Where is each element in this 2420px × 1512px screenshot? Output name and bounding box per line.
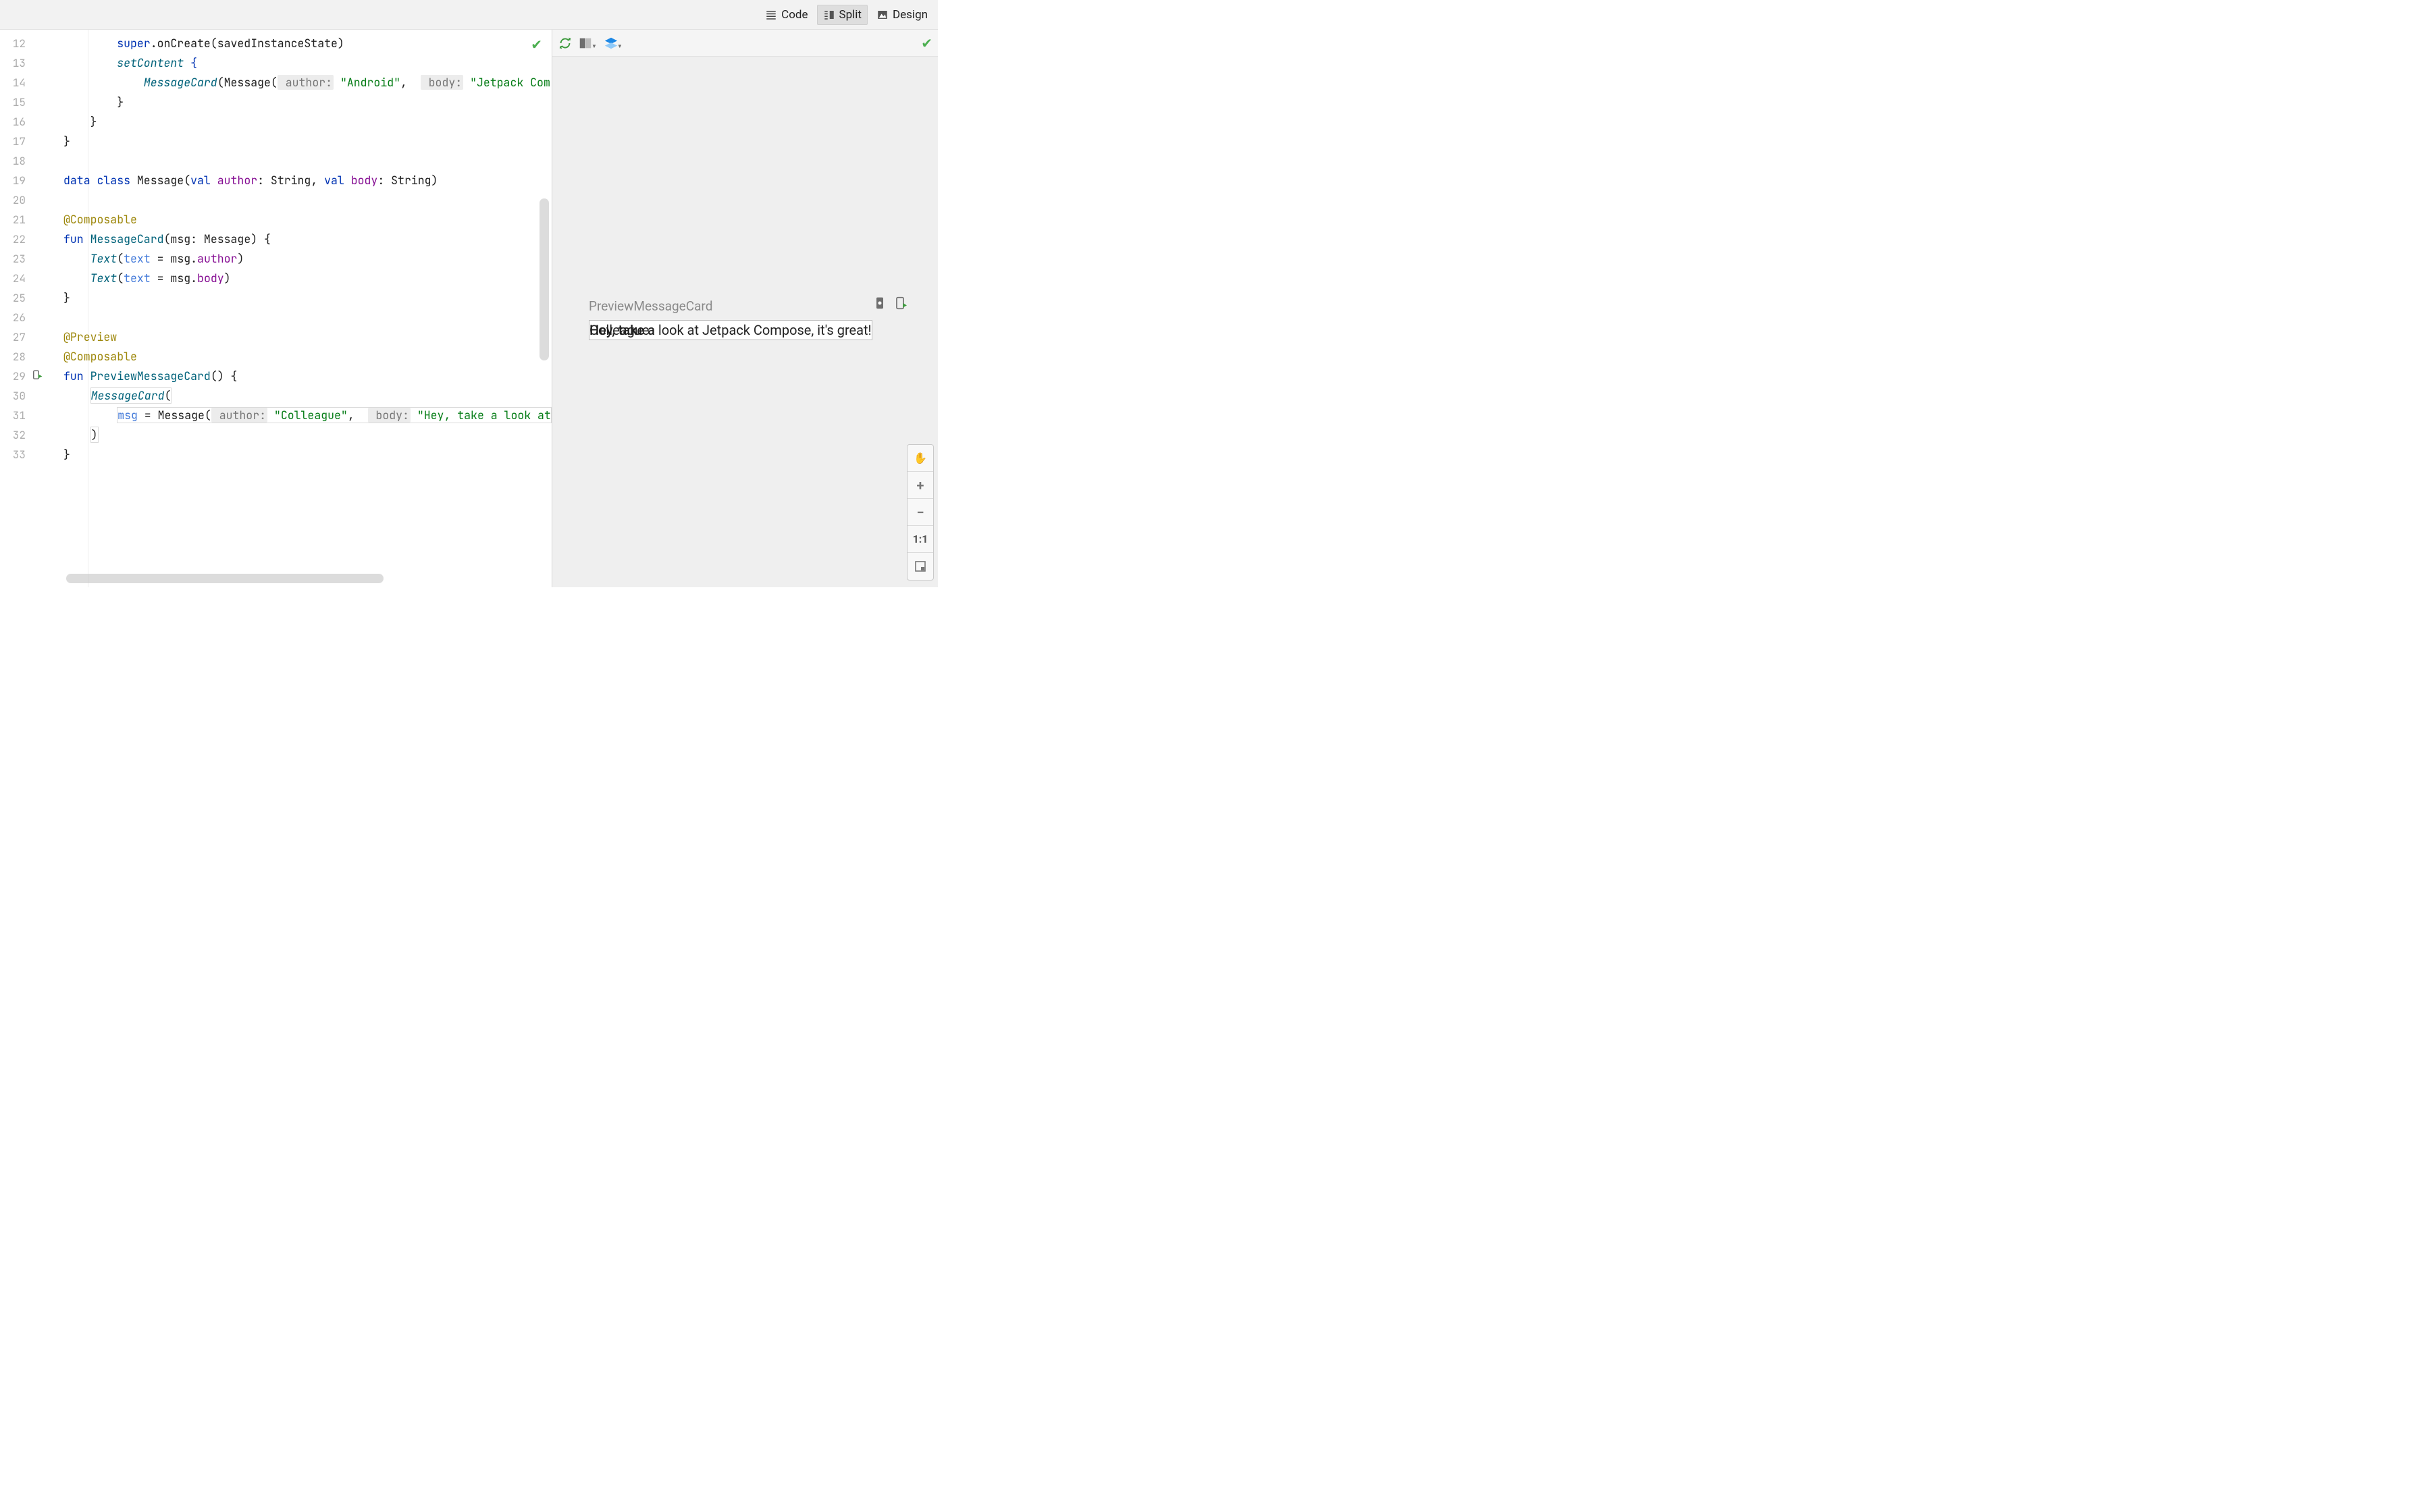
editor-body: 1213141516171819202122232425262728293031…: [0, 30, 552, 587]
line-number: 21: [0, 210, 26, 230]
line-gutter: 1213141516171819202122232425262728293031…: [0, 30, 49, 587]
line-number: 20: [0, 190, 26, 210]
preview-text-body-rest: look at Jetpack Compose, it's great!: [655, 322, 872, 338]
view-mode-toolbar: Code Split Design: [0, 0, 938, 30]
view-split-label: Split: [839, 8, 862, 22]
editor-vertical-scrollbar[interactable]: [540, 198, 549, 360]
line-number: 33: [0, 445, 26, 464]
preview-render-box: Colleague Hey, take a look at Jetpack Co…: [589, 320, 872, 340]
view-split-button[interactable]: Split: [817, 5, 868, 25]
line-number: 19: [0, 171, 26, 190]
line-number: 15: [0, 92, 26, 112]
deploy-preview-icon[interactable]: [893, 296, 907, 310]
view-design-button[interactable]: Design: [870, 5, 934, 25]
zoom-fit-button[interactable]: [908, 553, 933, 580]
lines-icon: [765, 9, 777, 21]
fit-icon: [915, 561, 926, 572]
view-code-button[interactable]: Code: [759, 5, 814, 25]
line-number: 16: [0, 112, 26, 132]
line-number: 13: [0, 53, 26, 73]
surface-icon: [578, 36, 593, 51]
line-number: 31: [0, 406, 26, 425]
line-number: 18: [0, 151, 26, 171]
line-number: 32: [0, 425, 26, 445]
run-gutter-icon[interactable]: [28, 367, 42, 380]
zoom-reset-button[interactable]: 1:1: [908, 526, 933, 553]
line-number: 30: [0, 386, 26, 406]
zoom-out-button[interactable]: −: [908, 499, 933, 526]
code-area[interactable]: super.onCreate(savedInstanceState) setCo…: [49, 30, 552, 587]
pan-button[interactable]: ✋: [908, 445, 933, 472]
editor-horizontal-scrollbar[interactable]: [66, 574, 384, 583]
line-number: 12: [0, 34, 26, 53]
refresh-icon[interactable]: [558, 36, 573, 51]
main-split: ✔ 12131415161718192021222324252627282930…: [0, 30, 938, 587]
surface-picker[interactable]: ▼: [578, 36, 598, 51]
preview-composable-name: PreviewMessageCard: [589, 298, 712, 314]
picture-icon: [876, 9, 889, 21]
line-number: 25: [0, 288, 26, 308]
split-icon: [823, 9, 835, 21]
preview-ok-icon[interactable]: ✔: [921, 35, 932, 51]
view-code-label: Code: [781, 8, 808, 22]
chevron-down-icon: ▼: [591, 43, 597, 49]
preview-toolbar: ▼ ▼ ✔: [552, 30, 938, 57]
interactive-preview-icon[interactable]: [873, 296, 887, 310]
line-number: 14: [0, 73, 26, 92]
view-design-label: Design: [893, 8, 928, 22]
layers-picker[interactable]: ▼: [604, 36, 624, 51]
line-number: 22: [0, 230, 26, 249]
zoom-in-button[interactable]: +: [908, 472, 933, 499]
line-number: 29: [0, 367, 26, 386]
line-number: 26: [0, 308, 26, 327]
line-number: 23: [0, 249, 26, 269]
chevron-down-icon: ▼: [617, 43, 623, 49]
preview-text-body-start: Hey, take a: [589, 322, 655, 338]
line-number: 28: [0, 347, 26, 367]
editor-pane: ✔ 12131415161718192021222324252627282930…: [0, 30, 552, 587]
line-number: 24: [0, 269, 26, 288]
preview-pane: ▼ ▼ ✔ PreviewMessageCard Colleague Hey, …: [552, 30, 938, 587]
line-number: 27: [0, 327, 26, 347]
zoom-panel: ✋ + − 1:1: [907, 444, 934, 580]
line-number: 17: [0, 132, 26, 151]
preview-canvas[interactable]: PreviewMessageCard Colleague Hey, take a…: [552, 57, 938, 587]
layers-icon: [604, 36, 619, 51]
